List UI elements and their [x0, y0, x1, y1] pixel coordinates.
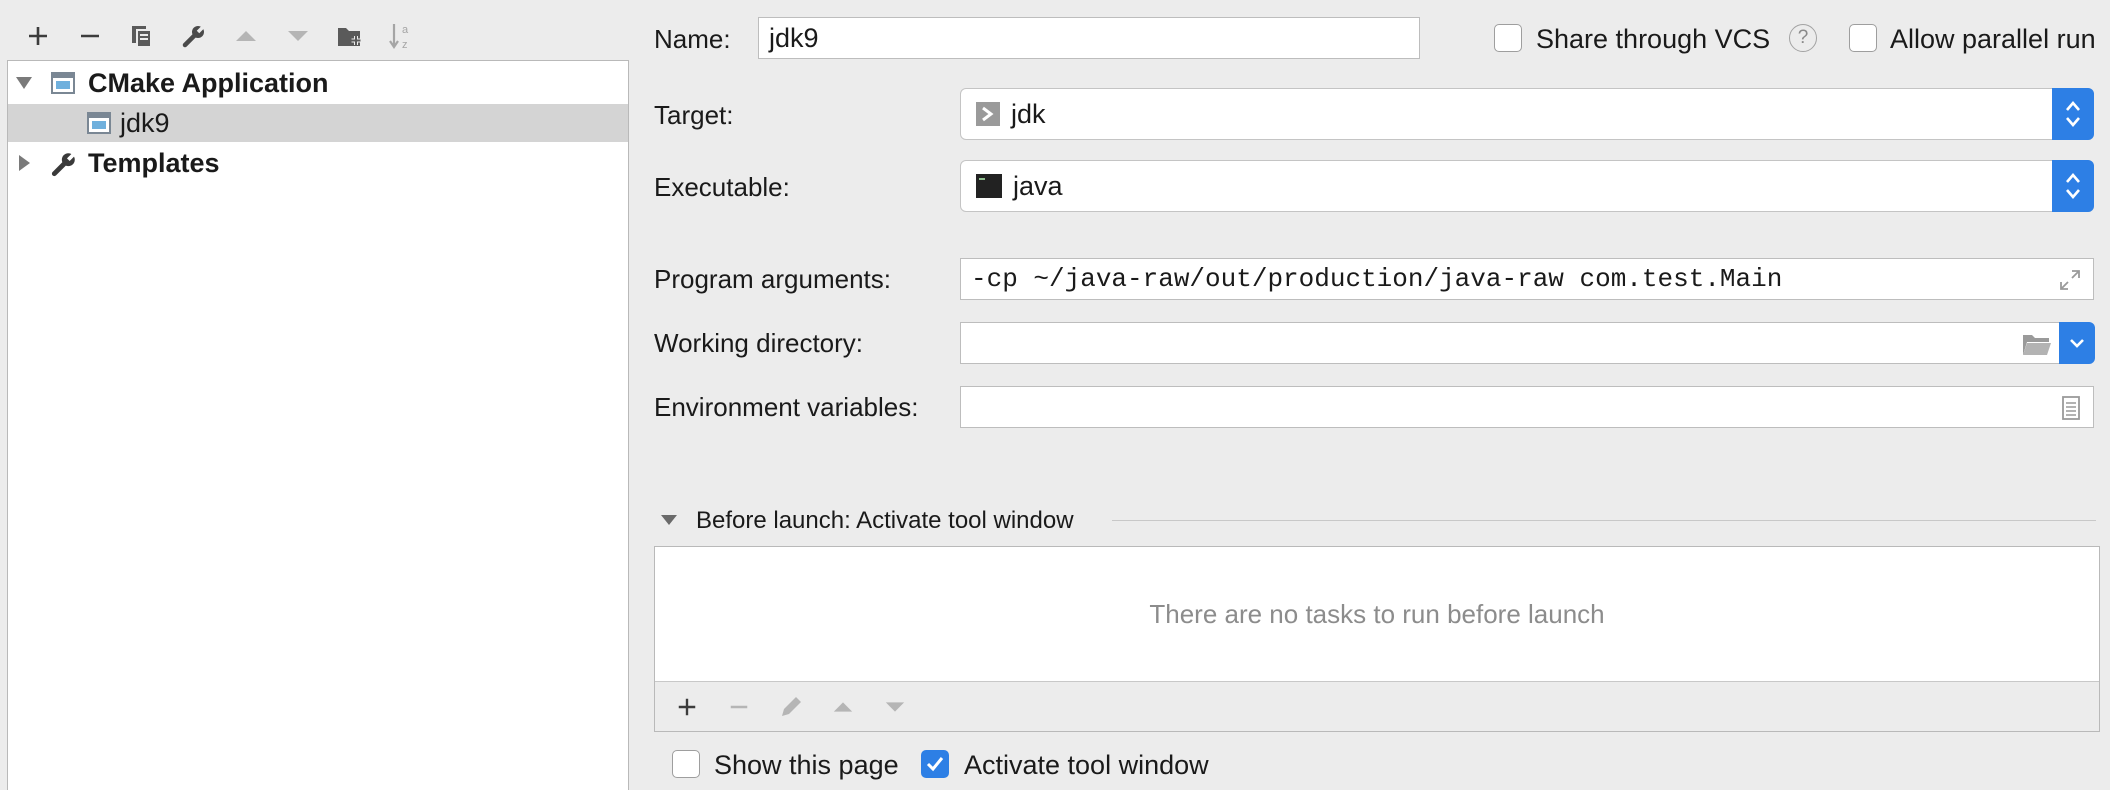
updown-chevron-icon — [2066, 173, 2080, 199]
add-configuration-button[interactable] — [12, 14, 64, 58]
target-label: Target: — [654, 100, 734, 130]
allow-parallel-label: Allow parallel run — [1890, 24, 2096, 54]
svg-text:a: a — [402, 24, 409, 36]
name-label: Name: — [654, 24, 731, 54]
share-vcs-label: Share through VCS — [1536, 24, 1771, 54]
tree-item-label: Templates — [88, 147, 220, 178]
configurations-tree[interactable]: CMake Application jdk9 Templates — [7, 60, 629, 790]
updown-chevron-icon — [2066, 101, 2080, 127]
edit-task-button[interactable] — [765, 685, 817, 729]
sort-button[interactable]: a z — [376, 14, 428, 58]
env-vars-input[interactable] — [960, 386, 2094, 428]
section-divider — [1112, 520, 2096, 521]
program-args-label: Program arguments: — [654, 264, 891, 294]
tree-item-label: CMake Application — [88, 67, 329, 98]
copy-configuration-button[interactable] — [116, 14, 168, 58]
tasks-empty-message: There are no tasks to run before launch — [1149, 598, 1605, 629]
target-select[interactable]: jdk — [960, 88, 2094, 140]
add-icon — [678, 698, 696, 715]
move-task-down-button[interactable] — [869, 685, 921, 729]
tree-toolbar: a z — [12, 14, 428, 58]
svg-text:z: z — [402, 39, 408, 51]
working-dir-label: Working directory: — [654, 328, 864, 358]
move-down-button[interactable] — [272, 14, 324, 58]
target-dropdown-button[interactable] — [2052, 88, 2094, 140]
run-configurations-dialog: a z CMake Application jdk9 Templates Nam… — [0, 0, 2110, 790]
program-args-input[interactable]: -cp ~/java-raw/out/production/java-raw c… — [960, 258, 2094, 300]
working-dir-dropdown-button[interactable] — [2059, 322, 2095, 364]
target-value: jdk — [1011, 98, 1046, 129]
remove-configuration-button[interactable] — [64, 14, 116, 58]
before-launch-title: Before launch: Activate tool window — [696, 507, 1074, 534]
edit-icon — [782, 696, 801, 716]
expand-icon[interactable] — [2059, 269, 2081, 291]
terminal-icon — [976, 174, 1002, 198]
activate-tool-window-label: Activate tool window — [964, 750, 1209, 780]
chevron-down-icon — [2070, 339, 2084, 348]
folder-icon[interactable] — [2021, 331, 2053, 357]
edit-defaults-button[interactable] — [168, 14, 220, 58]
executable-label: Executable: — [654, 172, 790, 202]
program-args-value: -cp ~/java-raw/out/production/java-raw c… — [971, 264, 1783, 294]
move-up-icon — [236, 31, 256, 41]
tree-item-label: jdk9 — [120, 107, 170, 138]
expand-arrow-icon[interactable] — [14, 73, 34, 93]
cmake-app-icon — [51, 72, 75, 94]
move-up-icon — [833, 701, 853, 712]
collapse-arrow-icon[interactable] — [14, 153, 34, 173]
collapse-section-icon[interactable] — [660, 513, 678, 527]
sort-icon: a z — [389, 24, 409, 51]
tree-item-jdk9[interactable]: jdk9 — [8, 104, 628, 142]
env-vars-label: Environment variables: — [654, 392, 919, 422]
add-task-button[interactable] — [661, 685, 713, 729]
executable-dropdown-button[interactable] — [2052, 160, 2094, 212]
activate-tool-window-checkbox[interactable] — [921, 750, 949, 778]
tree-item-cmake-application[interactable]: CMake Application — [8, 64, 628, 102]
executable-value: java — [1013, 170, 1063, 201]
remove-task-button[interactable] — [713, 685, 765, 729]
checkmark-icon — [926, 757, 944, 772]
move-down-icon — [288, 31, 308, 41]
cmake-config-icon — [87, 112, 111, 134]
document-icon[interactable] — [2061, 395, 2081, 421]
remove-icon — [730, 705, 748, 708]
copy-icon — [132, 26, 152, 48]
remove-icon — [81, 34, 99, 38]
target-icon — [976, 102, 1000, 126]
move-down-icon — [885, 701, 905, 712]
allow-parallel-checkbox[interactable] — [1849, 24, 1877, 52]
working-dir-input[interactable] — [960, 322, 2060, 364]
new-folder-icon — [338, 28, 361, 46]
move-task-up-button[interactable] — [817, 685, 869, 729]
configurations-panel: a z CMake Application jdk9 Templates — [0, 0, 630, 790]
wrench-icon — [51, 150, 78, 177]
add-icon — [29, 27, 47, 45]
share-vcs-checkbox[interactable] — [1494, 24, 1522, 52]
before-launch-tasks[interactable]: There are no tasks to run before launch — [654, 546, 2100, 732]
help-icon[interactable]: ? — [1789, 24, 1817, 52]
show-page-label: Show this page — [714, 750, 899, 780]
tree-item-templates[interactable]: Templates — [8, 144, 628, 182]
new-folder-button[interactable] — [324, 14, 376, 58]
show-page-checkbox[interactable] — [672, 750, 700, 778]
move-up-button[interactable] — [220, 14, 272, 58]
wrench-icon — [182, 23, 207, 48]
name-input[interactable]: jdk9 — [758, 17, 1420, 59]
tasks-toolbar — [655, 681, 2099, 731]
executable-select[interactable]: java — [960, 160, 2094, 212]
